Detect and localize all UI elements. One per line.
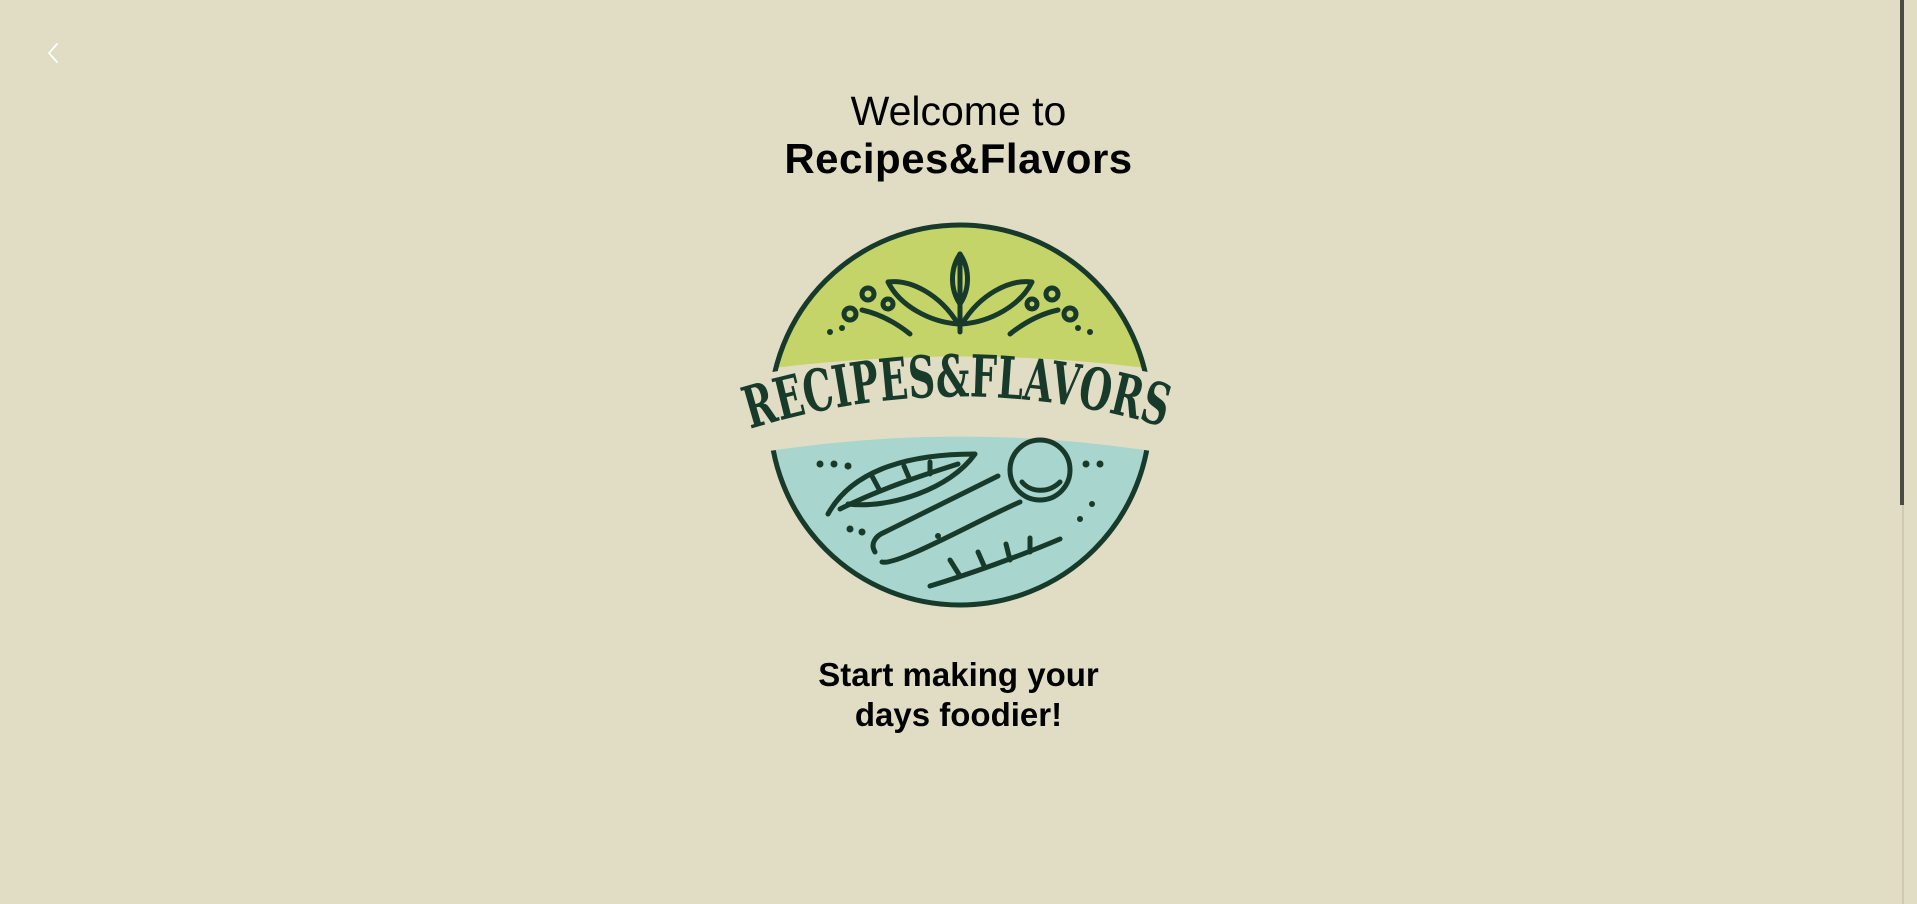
- welcome-page: Welcome to Recipes&Flavors RECIPES&FLAVO…: [0, 0, 1917, 904]
- scrollbar-thumb[interactable]: [1900, 0, 1904, 505]
- tagline-line-2: days foodier!: [854, 696, 1063, 733]
- tagline: Start making your days foodier!: [0, 655, 1917, 735]
- chevron-left-icon: [48, 43, 58, 63]
- vertical-scrollbar[interactable]: [1900, 0, 1917, 904]
- back-button[interactable]: [38, 36, 68, 70]
- recipes-flavors-logo: RECIPES&FLAVORS: [735, 222, 1178, 608]
- tagline-line-1: Start making your: [818, 656, 1099, 693]
- welcome-heading: Welcome to: [850, 88, 1067, 134]
- brand-title: Recipes&Flavors: [784, 135, 1133, 182]
